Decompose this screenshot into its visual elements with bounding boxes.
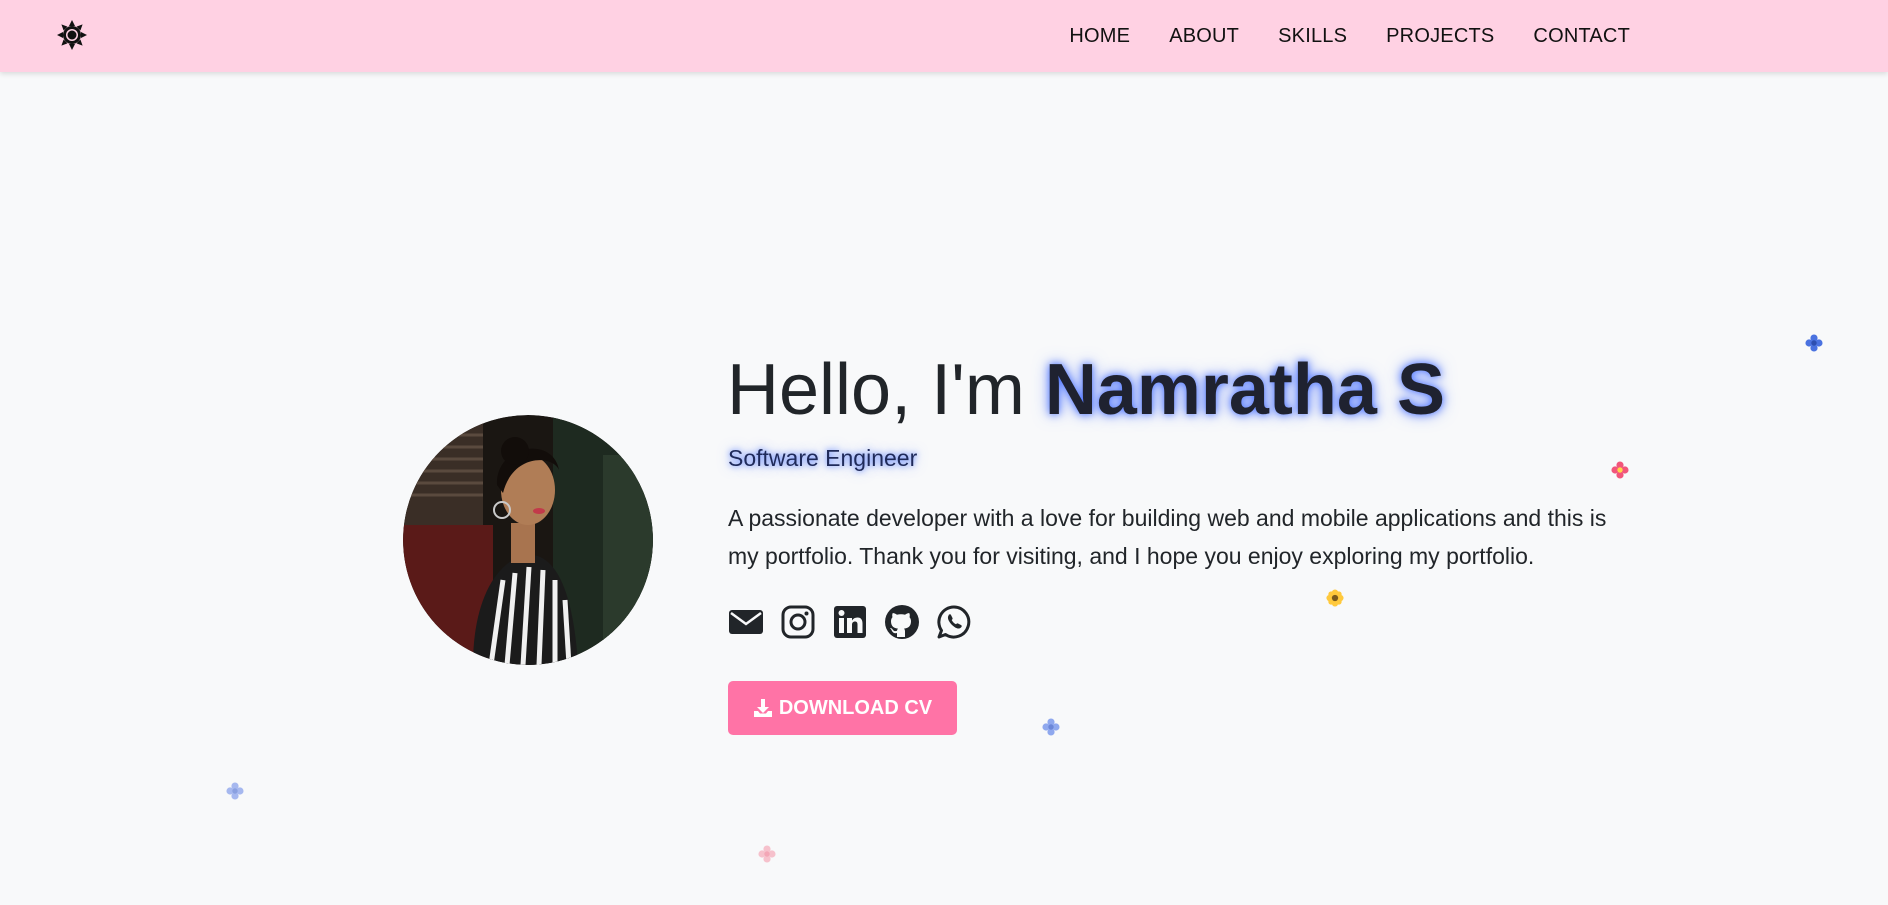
nav-contact-link[interactable]: CONTACT bbox=[1533, 25, 1630, 48]
nav-home-link[interactable]: HOME bbox=[1069, 25, 1130, 48]
flower-icon bbox=[1326, 589, 1344, 607]
nav-skills-link[interactable]: SKILLS bbox=[1278, 25, 1347, 48]
hero-description: A passionate developer with a love for b… bbox=[728, 505, 1607, 569]
nav-menu: HOME ABOUT SKILLS PROJECTS CONTACT bbox=[1069, 0, 1630, 72]
hero-greeting: Hello, I'm bbox=[727, 350, 1045, 430]
download-icon bbox=[753, 699, 772, 717]
profile-photo bbox=[403, 415, 653, 665]
email-icon[interactable] bbox=[728, 604, 764, 640]
flower-icon bbox=[758, 845, 776, 863]
whatsapp-icon[interactable] bbox=[936, 604, 972, 640]
hero-name: Namratha S bbox=[1044, 350, 1445, 430]
flower-icon bbox=[1805, 334, 1823, 352]
download-cv-button[interactable]: DOWNLOAD CV bbox=[728, 681, 957, 735]
flower-icon bbox=[1042, 718, 1060, 736]
navbar: HOME ABOUT SKILLS PROJECTS CONTACT bbox=[0, 0, 1888, 72]
hero-role: Software Engineer bbox=[728, 445, 918, 471]
social-links bbox=[728, 604, 972, 640]
sun-icon[interactable] bbox=[56, 19, 88, 51]
linkedin-icon[interactable] bbox=[832, 604, 868, 640]
download-cv-label: DOWNLOAD CV bbox=[778, 696, 933, 719]
nav-about-link[interactable]: ABOUT bbox=[1169, 25, 1239, 48]
instagram-icon[interactable] bbox=[780, 604, 816, 640]
nav-projects-link[interactable]: PROJECTS bbox=[1386, 25, 1494, 48]
flower-icon bbox=[1611, 461, 1629, 479]
flower-icon bbox=[226, 782, 244, 800]
hero-title: Hello, I'm Namratha S bbox=[727, 348, 1445, 432]
github-icon[interactable] bbox=[884, 604, 920, 640]
